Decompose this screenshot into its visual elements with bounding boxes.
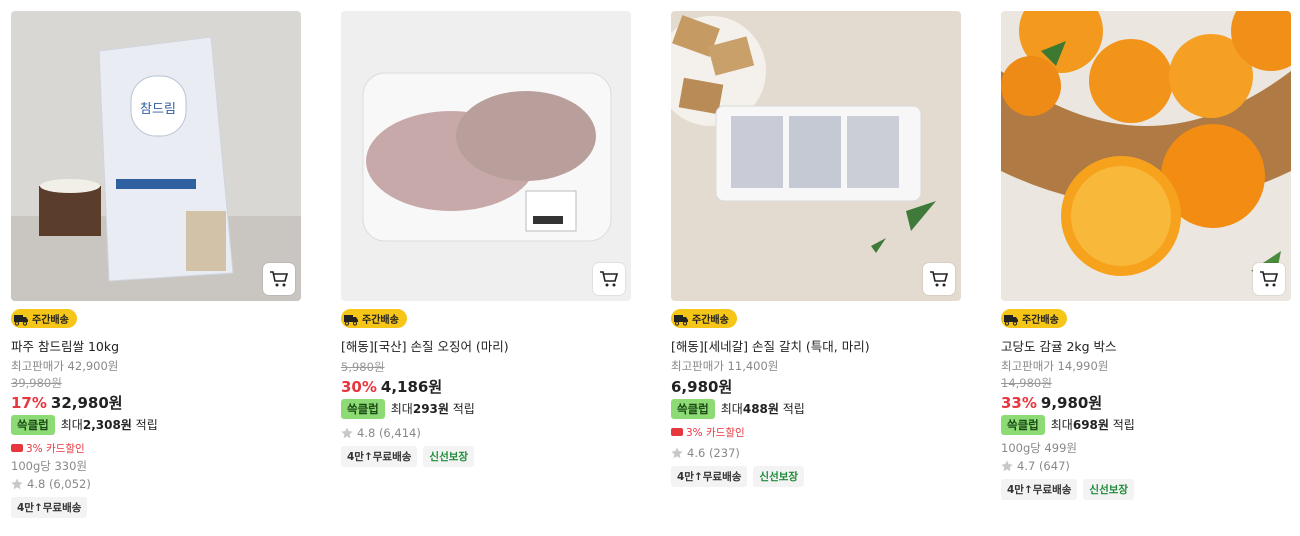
cart-icon bbox=[930, 271, 949, 287]
sale-price: 6,980원 bbox=[671, 377, 733, 396]
reward-text: 최대2,308원 적립 bbox=[60, 418, 158, 432]
card-discount: 3% 카드할인 bbox=[671, 425, 961, 440]
star-icon bbox=[341, 427, 353, 438]
product-card[interactable]: 주간배송 [해동][세네갈] 손질 갈치 (특대, 마리) 최고판매가 11,4… bbox=[671, 11, 961, 487]
rating: 4.8 (6,414) bbox=[341, 426, 631, 440]
reward-row: 쓱클럽 최대698원 적립 bbox=[1001, 414, 1291, 435]
discount-rate: 30% bbox=[341, 377, 377, 396]
weekly-delivery-badge: 주간배송 bbox=[1001, 309, 1067, 328]
sale-price: 4,186원 bbox=[380, 377, 443, 396]
add-to-cart-button[interactable] bbox=[263, 263, 295, 295]
card-discount: 3% 카드할인 bbox=[11, 441, 301, 456]
product-card[interactable]: 주간배송 고당도 감귤 2kg 박스 최고판매가 14,990원 14,980원… bbox=[1001, 11, 1291, 500]
cart-icon bbox=[600, 271, 619, 287]
price-row: 6,980원 bbox=[671, 377, 961, 397]
original-price: 39,980원 bbox=[11, 375, 62, 390]
ssg-club-badge: 쓱클럽 bbox=[671, 398, 715, 419]
free-shipping-tag: 4만↑무료배송 bbox=[341, 445, 418, 467]
add-to-cart-button[interactable] bbox=[1253, 263, 1285, 295]
product-image[interactable]: 참드림 bbox=[11, 11, 301, 301]
truck-icon bbox=[13, 312, 29, 326]
discount-rate: 17% bbox=[11, 393, 47, 412]
product-grid: 참드림 주간배송 파주 참드림쌀 10kg 최고판매가 42,900원 39,9… bbox=[0, 0, 1300, 536]
weekly-delivery-badge: 주간배송 bbox=[671, 309, 737, 328]
fresh-guarantee-tag: 신선보장 bbox=[1083, 478, 1135, 500]
sale-price: 32,980원 bbox=[50, 393, 123, 412]
tag-list: 4만↑무료배송 신선보장 bbox=[671, 465, 961, 487]
price-row: 33% 9,980원 bbox=[1001, 393, 1291, 413]
unit-price: 100g당 499원 bbox=[1001, 440, 1078, 455]
product-card[interactable]: 주간배송 [해동][국산] 손질 오징어 (마리) 5,980원 30% 4,18… bbox=[341, 11, 631, 467]
original-price: 14,980원 bbox=[1001, 375, 1052, 390]
rating: 4.8 (6,052) bbox=[11, 477, 301, 491]
product-image[interactable] bbox=[341, 11, 631, 301]
reward-text: 최대698원 적립 bbox=[1050, 418, 1135, 432]
cart-icon bbox=[270, 271, 289, 287]
star-icon bbox=[1001, 460, 1013, 471]
fresh-guarantee-tag: 신선보장 bbox=[753, 465, 805, 487]
product-card[interactable]: 참드림 주간배송 파주 참드림쌀 10kg 최고판매가 42,900원 39,9… bbox=[11, 11, 301, 518]
rating: 4.7 (647) bbox=[1001, 459, 1291, 473]
free-shipping-tag: 4만↑무료배송 bbox=[11, 496, 88, 518]
tag-list: 4만↑무료배송 bbox=[11, 496, 301, 518]
reward-row: 쓱클럽 최대2,308원 적립 bbox=[11, 414, 301, 435]
product-name[interactable]: 고당도 감귤 2kg 박스 bbox=[1001, 339, 1291, 355]
weekly-delivery-badge: 주간배송 bbox=[11, 309, 77, 328]
ssg-club-badge: 쓱클럽 bbox=[11, 414, 55, 435]
ssg-club-badge: 쓱클럽 bbox=[1001, 414, 1045, 435]
max-price-label: 최고판매가 14,990원 bbox=[1001, 358, 1109, 373]
product-image[interactable] bbox=[1001, 11, 1291, 301]
max-price-label: 최고판매가 42,900원 bbox=[11, 358, 119, 373]
rating: 4.6 (237) bbox=[671, 446, 961, 460]
truck-icon bbox=[1003, 312, 1019, 326]
product-name[interactable]: [해동][국산] 손질 오징어 (마리) bbox=[341, 339, 631, 355]
free-shipping-tag: 4만↑무료배송 bbox=[671, 465, 748, 487]
svg-text:참드림: 참드림 bbox=[140, 102, 176, 117]
product-image[interactable] bbox=[671, 11, 961, 301]
max-price-label: 최고판매가 11,400원 bbox=[671, 358, 779, 373]
free-shipping-tag: 4만↑무료배송 bbox=[1001, 478, 1078, 500]
weekly-delivery-badge: 주간배송 bbox=[341, 309, 407, 328]
reward-row: 쓱클럽 최대293원 적립 bbox=[341, 398, 631, 419]
star-icon bbox=[671, 447, 683, 458]
add-to-cart-button[interactable] bbox=[923, 263, 955, 295]
unit-price: 100g당 330원 bbox=[11, 458, 88, 473]
tag-list: 4만↑무료배송 신선보장 bbox=[1001, 478, 1291, 500]
reward-row: 쓱클럽 최대488원 적립 bbox=[671, 398, 961, 419]
ssg-club-badge: 쓱클럽 bbox=[341, 398, 385, 419]
price-row: 17% 32,980원 bbox=[11, 393, 301, 413]
truck-icon bbox=[673, 312, 689, 326]
discount-rate: 33% bbox=[1001, 393, 1037, 412]
star-icon bbox=[11, 478, 23, 489]
credit-card-icon bbox=[11, 444, 23, 452]
truck-icon bbox=[343, 312, 359, 326]
cart-icon bbox=[1260, 271, 1279, 287]
sale-price: 9,980원 bbox=[1040, 393, 1103, 412]
price-row: 30% 4,186원 bbox=[341, 377, 631, 397]
product-name[interactable]: [해동][세네갈] 손질 갈치 (특대, 마리) bbox=[671, 339, 961, 355]
tag-list: 4만↑무료배송 신선보장 bbox=[341, 445, 631, 467]
reward-text: 최대488원 적립 bbox=[720, 402, 805, 416]
fresh-guarantee-tag: 신선보장 bbox=[423, 445, 475, 467]
reward-text: 최대293원 적립 bbox=[390, 402, 475, 416]
original-price: 5,980원 bbox=[341, 359, 385, 374]
credit-card-icon bbox=[671, 428, 683, 436]
product-name[interactable]: 파주 참드림쌀 10kg bbox=[11, 339, 301, 355]
add-to-cart-button[interactable] bbox=[593, 263, 625, 295]
